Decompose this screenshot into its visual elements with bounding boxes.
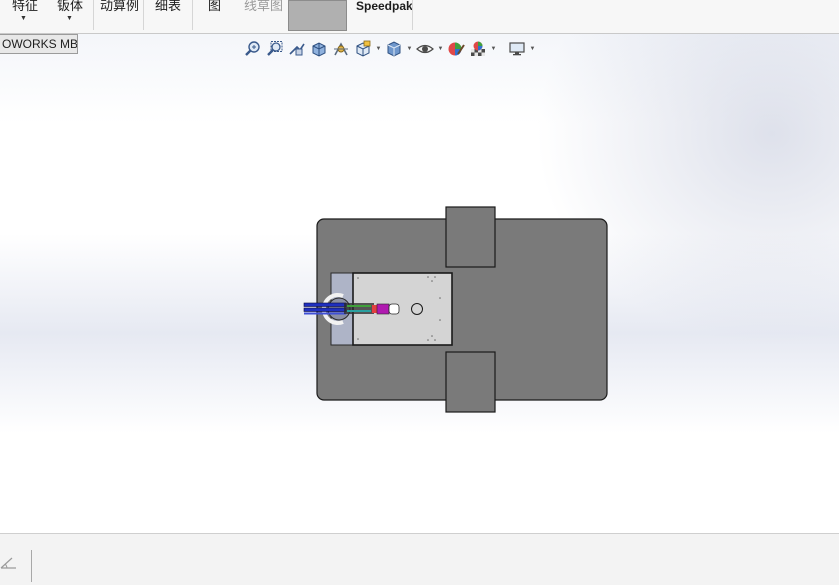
center-hole[interactable] <box>411 303 423 315</box>
angle-icon[interactable] <box>0 556 18 570</box>
actuator-rod <box>303 307 347 312</box>
panel-divider <box>31 550 32 582</box>
actuator-rod[interactable] <box>303 302 347 307</box>
bottom-block[interactable] <box>445 351 496 413</box>
actuator-rod <box>304 312 346 315</box>
gripper-finger[interactable] <box>388 303 400 315</box>
gripper-head[interactable] <box>376 303 390 315</box>
top-block[interactable] <box>445 206 496 268</box>
gripper-body[interactable] <box>344 303 374 314</box>
gripper-body <box>347 305 371 307</box>
gripper-body <box>347 310 371 312</box>
model-top-view[interactable] <box>0 0 839 584</box>
bottom-panel <box>0 533 839 585</box>
